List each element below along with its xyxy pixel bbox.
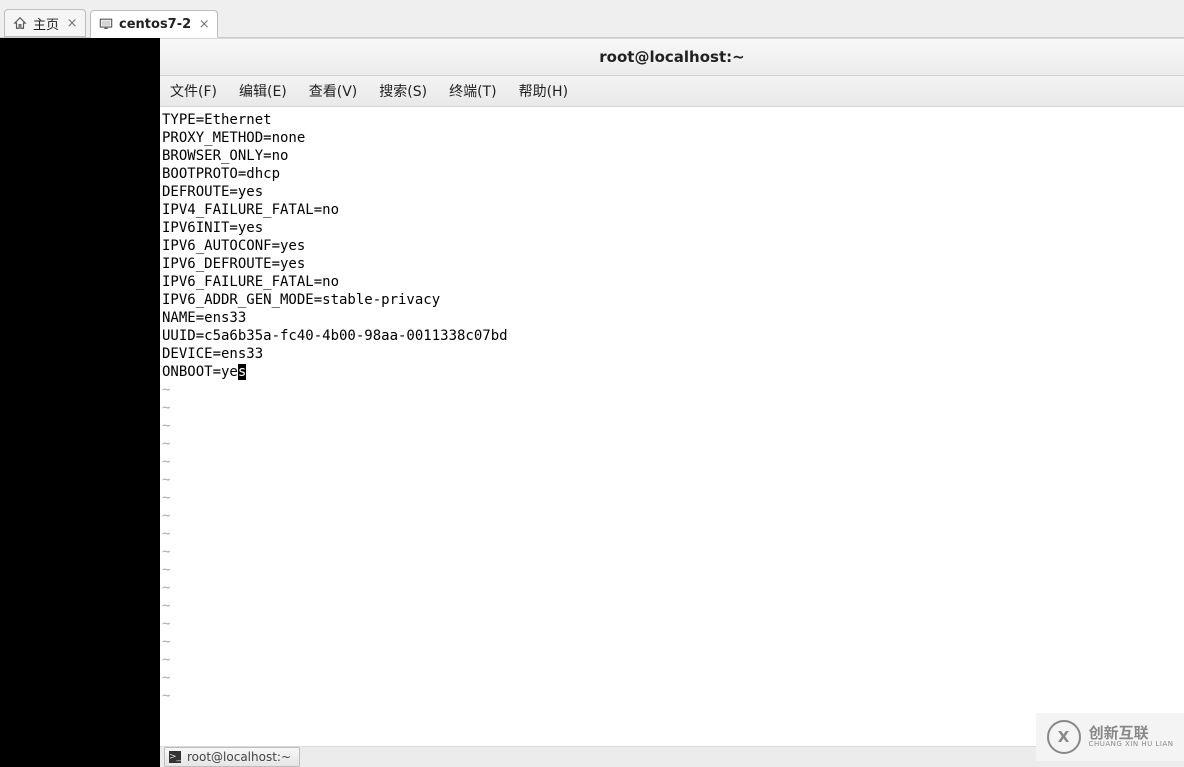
terminal-icon: >_ [169, 751, 181, 763]
editor-line: BOOTPROTO=dhcp [162, 165, 1182, 183]
close-icon[interactable]: × [65, 16, 79, 31]
editor-empty-line: ~ [162, 687, 1182, 705]
window-title: root@localhost:~ [599, 48, 744, 66]
editor-empty-line: ~ [162, 399, 1182, 417]
editor-line: UUID=c5a6b35a-fc40-4b00-98aa-0011338c07b… [162, 327, 1182, 345]
editor-line: IPV4_FAILURE_FATAL=no [162, 201, 1182, 219]
editor-empty-line: ~ [162, 561, 1182, 579]
editor-line: IPV6_DEFROUTE=yes [162, 255, 1182, 273]
editor-empty-line: ~ [162, 615, 1182, 633]
monitor-icon [99, 17, 113, 31]
editor-empty-line: ~ [162, 381, 1182, 399]
editor-line: IPV6_ADDR_GEN_MODE=stable-privacy [162, 291, 1182, 309]
editor-line: IPV6_FAILURE_FATAL=no [162, 273, 1182, 291]
close-icon[interactable]: × [197, 17, 211, 32]
menu-search[interactable]: 搜索(S) [375, 79, 431, 103]
editor-line: ONBOOT=yes [162, 363, 1182, 381]
editor-line: IPV6INIT=yes [162, 219, 1182, 237]
task-item-terminal[interactable]: >_ root@localhost:~ [164, 747, 300, 767]
tab-label: 主页 [33, 14, 59, 33]
tab-home[interactable]: 主页 × [4, 9, 86, 37]
editor-line: NAME=ens33 [162, 309, 1182, 327]
editor-empty-line: ~ [162, 489, 1182, 507]
editor-empty-line: ~ [162, 543, 1182, 561]
terminal-editor[interactable]: TYPE=EthernetPROXY_METHOD=noneBROWSER_ON… [160, 107, 1184, 746]
editor-line: PROXY_METHOD=none [162, 129, 1182, 147]
editor-empty-line: ~ [162, 525, 1182, 543]
editor-empty-line: ~ [162, 417, 1182, 435]
editor-empty-line: ~ [162, 597, 1182, 615]
editor-empty-line: ~ [162, 471, 1182, 489]
tab-vm-centos7-2[interactable]: centos7-2 × [90, 10, 218, 38]
editor-line: BROWSER_ONLY=no [162, 147, 1182, 165]
editor-line: IPV6_AUTOCONF=yes [162, 237, 1182, 255]
editor-line: TYPE=Ethernet [162, 111, 1182, 129]
tabs-bar: 主页 × centos7-2 × [0, 0, 1184, 38]
tab-label: centos7-2 [119, 17, 191, 32]
editor-empty-line: ~ [162, 669, 1182, 687]
menu-help[interactable]: 帮助(H) [515, 79, 572, 103]
watermark-text-small: CHUANG XIN HU LIAN [1089, 741, 1174, 748]
watermark: X 创新互联 CHUANG XIN HU LIAN [1036, 713, 1184, 761]
watermark-text-big: 创新互联 [1089, 726, 1174, 741]
editor-empty-line: ~ [162, 453, 1182, 471]
editor-empty-line: ~ [162, 633, 1182, 651]
editor-empty-line: ~ [162, 435, 1182, 453]
task-item-label: root@localhost:~ [187, 750, 291, 764]
menu-terminal[interactable]: 终端(T) [445, 79, 500, 103]
menu-bar: 文件(F) 编辑(E) 查看(V) 搜索(S) 终端(T) 帮助(H) [160, 76, 1184, 107]
editor-cursor: s [238, 364, 246, 380]
menu-edit[interactable]: 编辑(E) [235, 79, 291, 103]
editor-empty-line: ~ [162, 579, 1182, 597]
watermark-icon: X [1047, 720, 1081, 754]
editor-line: DEVICE=ens33 [162, 345, 1182, 363]
editor-line: DEFROUTE=yes [162, 183, 1182, 201]
vm-black-border [0, 38, 160, 767]
editor-empty-line: ~ [162, 651, 1182, 669]
window-title-bar: root@localhost:~ [160, 38, 1184, 76]
menu-file[interactable]: 文件(F) [166, 79, 221, 103]
editor-empty-line: ~ [162, 507, 1182, 525]
home-icon [13, 16, 27, 30]
menu-view[interactable]: 查看(V) [305, 79, 362, 103]
editor-text: ONBOOT=ye [162, 364, 238, 380]
taskbar-panel: >_ root@localhost:~ [160, 746, 1184, 767]
